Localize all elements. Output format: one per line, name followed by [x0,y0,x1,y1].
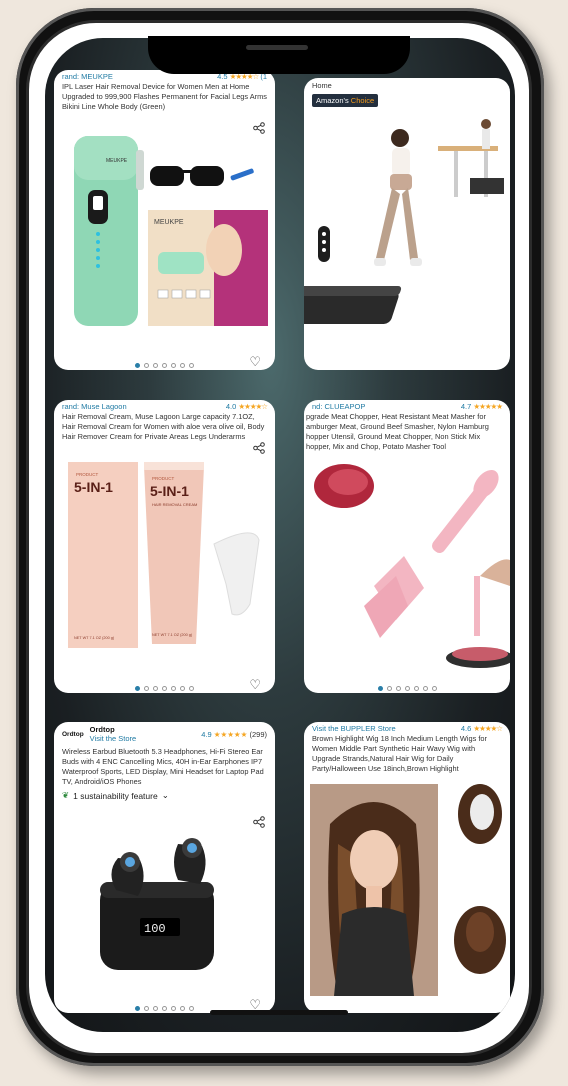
carousel-dot[interactable] [180,686,185,691]
svg-text:NET WT 7.1 OZ (200 g): NET WT 7.1 OZ (200 g) [152,633,193,637]
carousel-dot[interactable] [153,1006,158,1011]
chevron-down-icon: ⌄ [161,790,169,800]
store-header: Ordtop Ordtop Visit the Store 4.9 ★★★★★ … [54,722,275,743]
product-card-meat-chopper[interactable]: nd: CLUEAPOP 4.7 ★★★★★ pgrade Meat Chopp… [304,400,510,693]
carousel-dot[interactable] [171,363,176,368]
product-card-earbuds[interactable]: Ordtop Ordtop Visit the Store 4.9 ★★★★★ … [54,722,275,1013]
brand-row: rand: Muse Lagoon 4.0 ★★★★☆ [54,400,275,411]
store-logo: Ordtop [62,730,84,738]
carousel-dot[interactable] [395,686,401,691]
visit-store-link[interactable]: Visit the Store [90,734,137,743]
carousel-dot[interactable] [422,686,428,691]
badge-suffix: Choice [350,96,375,105]
carousel-dots[interactable] [54,363,275,368]
brand-link[interactable]: rand: MEUKPE [62,72,113,81]
battery-display: 100 [144,922,166,936]
badge-prefix: Amazon's [316,96,349,105]
svg-text:5-IN-1: 5-IN-1 [150,483,189,499]
store-name: Ordtop [89,725,115,734]
speaker-grille [246,45,308,50]
product-card-hair-cream[interactable]: rand: Muse Lagoon 4.0 ★★★★☆ Hair Removal… [54,400,275,693]
carousel-dot[interactable] [431,686,437,691]
carousel-dots[interactable] [54,686,275,691]
carousel-dot[interactable] [153,363,158,368]
phone-notch [148,36,410,74]
device-label: MEUKPE [106,158,128,164]
carousel-dot[interactable] [180,363,185,368]
carousel-dot[interactable] [189,363,194,368]
home-indicator[interactable] [210,1010,348,1015]
carousel-dot[interactable] [162,1006,167,1011]
rating: 4.0 ★★★★☆ [225,402,268,411]
carousel-dot[interactable] [153,686,158,691]
product-card-wig[interactable]: Visit the BUPPLER Store 4.6 ★★★★☆ Brown … [304,722,510,1013]
product-title[interactable]: IPL Laser Hair Removal Device for Women … [54,81,275,112]
product-subtitle: Home [312,81,332,90]
sustainability-feature[interactable]: ❦ 1 sustainability feature ⌄ [54,787,275,801]
carousel-dot[interactable] [180,1006,185,1011]
product-image[interactable]: PRODUCT 5-IN-1 NET WT 7.1 OZ (200 g) PRO… [54,454,275,669]
rating: 4.7 ★★★★★ [460,402,503,411]
carousel-dot[interactable] [144,363,149,368]
product-image[interactable] [304,108,510,368]
carousel-dot[interactable] [386,686,392,691]
svg-text:NET WT 7.1 OZ (200 g): NET WT 7.1 OZ (200 g) [74,636,115,640]
heart-icon[interactable]: ♡ [249,677,261,693]
amazons-choice-badge: Amazon's Choice [312,94,379,107]
leaf-icon: ❦ [62,790,70,800]
carousel-dot[interactable] [162,686,167,691]
star-icons: ★★★★☆ [238,402,268,411]
screen: rand: MEUKPE 4.5 ★★★★☆ (1 IPL Laser Hair… [45,38,515,1032]
rating: 4.9 ★★★★★ (299) [201,729,267,739]
star-icons: ★★★★☆ [473,724,503,733]
carousel-dot[interactable] [377,686,383,691]
product-image[interactable]: 100 [54,822,275,992]
carousel-dots[interactable] [304,686,510,691]
brand-row: nd: CLUEAPOP 4.7 ★★★★★ [304,400,510,411]
carousel-dot[interactable] [162,363,167,368]
product-image[interactable] [304,456,510,686]
carousel-dot[interactable] [189,686,194,691]
product-title[interactable]: Hair Removal Cream, Muse Lagoon Large ca… [54,411,275,442]
carousel-dot[interactable] [144,1006,149,1011]
product-label: 5-IN-1 [74,479,113,495]
carousel-dot[interactable] [404,686,410,691]
carousel-dot[interactable] [413,686,419,691]
svg-text:HAIR REMOVAL CREAM: HAIR REMOVAL CREAM [152,502,197,507]
svg-text:PRODUCT: PRODUCT [152,476,175,481]
carousel-dot[interactable] [135,363,140,368]
product-title[interactable]: Wireless Earbud Bluetooth 5.3 Headphones… [54,743,275,787]
heart-icon[interactable]: ♡ [249,354,261,370]
brand-link[interactable]: Visit the BUPPLER Store [312,724,396,733]
product-title[interactable]: pgrade Meat Chopper, Heat Resistant Meat… [304,411,510,452]
product-image[interactable] [304,784,510,1013]
product-card-ipl[interactable]: rand: MEUKPE 4.5 ★★★★☆ (1 IPL Laser Hair… [54,70,275,370]
carousel-dot[interactable] [135,1006,140,1011]
carousel-dot[interactable] [135,686,140,691]
carousel-dot[interactable] [171,686,176,691]
carousel-dot[interactable] [189,1006,194,1011]
svg-text:PRODUCT: PRODUCT [76,472,99,477]
brand-link[interactable]: rand: Muse Lagoon [62,402,127,411]
product-image[interactable]: MEUKPE MEUKPE [54,130,275,340]
box-brand: MEUKPE [154,219,184,226]
rating: 4.6 ★★★★☆ [460,724,503,733]
star-icons: ★★★★★ [213,729,248,739]
brand-row: Visit the BUPPLER Store 4.6 ★★★★☆ [304,722,510,733]
product-title[interactable]: Brown Highlight Wig 18 Inch Medium Lengt… [304,733,510,774]
brand-link[interactable]: nd: CLUEAPOP [312,402,365,411]
star-icons: ★★★★★ [473,402,503,411]
carousel-dot[interactable] [144,686,149,691]
carousel-dot[interactable] [171,1006,176,1011]
product-card-walking-pad[interactable]: Home Amazon's Choice [304,78,510,370]
